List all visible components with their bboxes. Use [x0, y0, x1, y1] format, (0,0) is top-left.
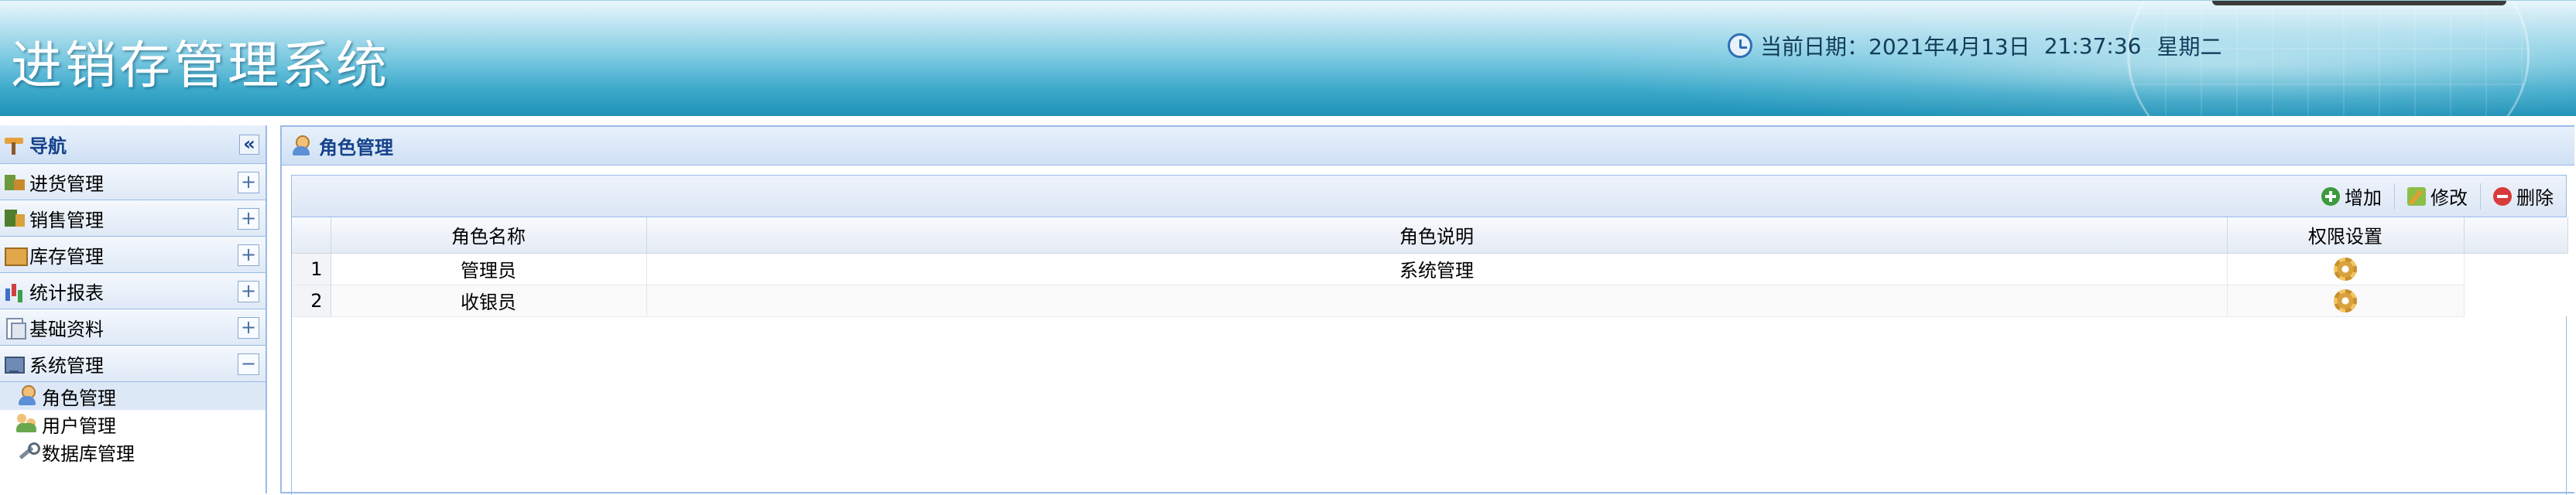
current-date: 当前日期：2021年4月13日 21:37:36 星期二 [1728, 30, 2221, 61]
document-icon [3, 316, 26, 340]
sidebar-item-system[interactable]: 系统管理 − [0, 346, 265, 382]
role-management-panel: 角色管理 增加 修改 删除 角色名称 角色说明 权限设置 1 管理员 系统管理 … [280, 125, 2574, 495]
date-label: 当前日期：2021年4月13日 [1760, 34, 2030, 60]
collapse-toggle[interactable]: − [238, 353, 259, 375]
sidebar-title: 导航 [29, 135, 67, 157]
role-description-cell: 系统管理 [646, 253, 2228, 285]
table-row[interactable]: 2 收银员 [292, 285, 2567, 317]
edit-icon [2407, 186, 2426, 206]
column-header-permissions[interactable]: 权限设置 [2227, 217, 2465, 254]
sidebar-item-label: 库存管理 [29, 245, 104, 268]
sidebar-item-purchase[interactable]: 进货管理 + [0, 164, 265, 200]
sidebar-item-user-management[interactable]: 用户管理 [0, 410, 265, 438]
sales-icon [3, 207, 26, 230]
current-time: 21:37:36 [2043, 32, 2142, 59]
main-panel-header: 角色管理 [282, 127, 2574, 166]
role-icon [289, 135, 313, 158]
expand-toggle[interactable]: + [238, 172, 259, 193]
sidebar-header: 导航 « [0, 125, 265, 164]
add-label: 增加 [2345, 187, 2382, 209]
submenu-label: 用户管理 [42, 415, 116, 437]
delete-icon [2493, 186, 2512, 206]
collapse-sidebar-button[interactable]: « [239, 135, 259, 155]
expand-toggle[interactable]: + [238, 208, 259, 230]
role-name-cell: 管理员 [331, 253, 647, 285]
submenu-label: 角色管理 [42, 387, 116, 409]
table-row[interactable]: 1 管理员 系统管理 [292, 253, 2567, 285]
gear-icon[interactable] [2334, 257, 2357, 281]
filler-header [2464, 217, 2568, 254]
permission-cell [2227, 253, 2465, 285]
purchase-icon [3, 170, 26, 193]
add-button[interactable]: 增加 [2315, 179, 2388, 213]
page-title: 角色管理 [319, 137, 393, 159]
role-description-cell [646, 285, 2228, 317]
sidebar-item-label: 销售管理 [29, 209, 104, 231]
grid-toolbar: 增加 修改 删除 [292, 176, 2566, 217]
navigation-sidebar: 导航 « 进货管理 + 销售管理 + 库存管理 + 统计报表 + 基础资料 + … [0, 125, 267, 493]
sidebar-item-role-management[interactable]: 角色管理 [0, 382, 265, 410]
delete-label: 删除 [2516, 187, 2554, 209]
computer-icon [3, 352, 26, 375]
edit-label: 修改 [2430, 187, 2468, 209]
system-submenu: 角色管理 用户管理 数据库管理 [0, 382, 265, 466]
signpost-icon [3, 135, 25, 155]
window-top-bar [2212, 1, 2506, 5]
chart-icon [3, 279, 26, 302]
row-number-header [292, 217, 331, 254]
sidebar-item-reports[interactable]: 统计报表 + [0, 273, 265, 309]
expand-toggle[interactable]: + [238, 244, 259, 266]
app-header: 进销存管理系统 当前日期：2021年4月13日 21:37:36 星期二 [0, 0, 2576, 116]
sidebar-item-sales[interactable]: 销售管理 + [0, 200, 265, 237]
filler-cell [2464, 285, 2567, 316]
submenu-label: 数据库管理 [42, 442, 135, 465]
role-grid: 增加 修改 删除 角色名称 角色说明 权限设置 1 管理员 系统管理 2 收银员 [291, 175, 2568, 495]
sidebar-item-label: 进货管理 [29, 172, 104, 195]
edit-button[interactable]: 修改 [2401, 179, 2474, 213]
toolbar-separator [2394, 183, 2395, 210]
toolbar-separator [2480, 183, 2481, 210]
sidebar-item-label: 基础资料 [29, 318, 104, 340]
sidebar-item-database-management[interactable]: 数据库管理 [0, 438, 265, 466]
stock-icon [3, 243, 28, 266]
clock-icon [1728, 33, 1752, 58]
expand-toggle[interactable]: + [238, 281, 259, 302]
sidebar-item-stock[interactable]: 库存管理 + [0, 237, 265, 273]
wrench-icon [15, 440, 40, 463]
expand-toggle[interactable]: + [238, 317, 259, 339]
role-name-cell: 收银员 [331, 285, 647, 317]
role-icon [15, 384, 39, 408]
sidebar-item-basic-data[interactable]: 基础资料 + [0, 309, 265, 346]
row-number: 1 [292, 253, 331, 285]
delete-button[interactable]: 删除 [2487, 179, 2560, 213]
sidebar-item-label: 系统管理 [29, 354, 104, 377]
add-icon [2321, 186, 2340, 206]
sidebar-item-label: 统计报表 [29, 282, 104, 304]
row-number: 2 [292, 285, 331, 317]
column-header-role-description[interactable]: 角色说明 [646, 217, 2228, 254]
column-header-role-name[interactable]: 角色名称 [331, 217, 647, 254]
gear-icon[interactable] [2334, 288, 2357, 312]
table-header-row: 角色名称 角色说明 权限设置 [292, 217, 2568, 254]
weekday: 星期二 [2156, 34, 2222, 60]
permission-cell [2227, 285, 2465, 317]
filler-cell [2464, 253, 2567, 285]
role-table: 角色名称 角色说明 权限设置 1 管理员 系统管理 2 收银员 [292, 217, 2568, 317]
app-title: 进销存管理系统 [11, 36, 390, 95]
users-icon [15, 412, 39, 435]
